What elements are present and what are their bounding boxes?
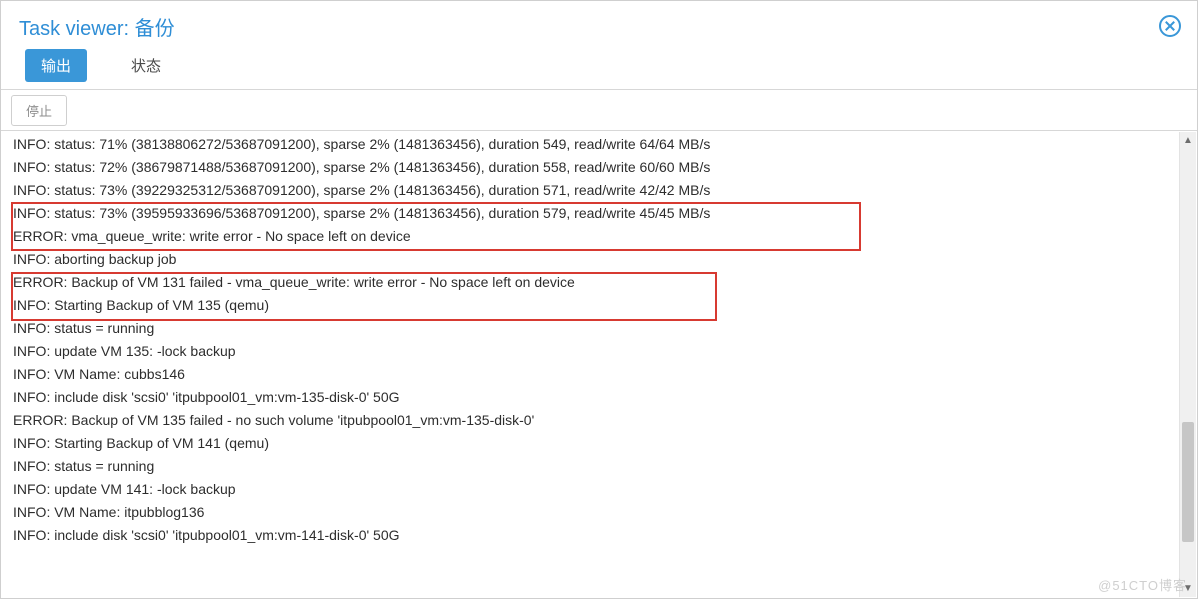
window-title: Task viewer: 备份 (19, 12, 175, 41)
log-line: INFO: VM Name: itpubblog136 (13, 501, 1197, 524)
log-line: ERROR: vma_queue_write: write error - No… (13, 225, 1197, 248)
scroll-thumb[interactable] (1182, 422, 1194, 542)
log-line: INFO: status: 73% (39229325312/536870912… (13, 179, 1197, 202)
stop-button[interactable]: 停止 (11, 95, 67, 126)
log-line: INFO: status: 71% (38138806272/536870912… (13, 133, 1197, 156)
title-bar: Task viewer: 备份 (1, 1, 1197, 45)
log-line: ERROR: Backup of VM 131 failed - vma_que… (13, 271, 1197, 294)
log-lines: INFO: status: 71% (38138806272/536870912… (1, 131, 1197, 549)
log-line: INFO: Starting Backup of VM 135 (qemu) (13, 294, 1197, 317)
log-line: INFO: Starting Backup of VM 141 (qemu) (13, 432, 1197, 455)
log-line: INFO: include disk 'scsi0' 'itpubpool01_… (13, 524, 1197, 547)
log-line: INFO: update VM 135: -lock backup (13, 340, 1197, 363)
task-viewer-window: Task viewer: 备份 输出 状态 停止 INFO: status: 7… (0, 0, 1198, 599)
log-line: INFO: include disk 'scsi0' 'itpubpool01_… (13, 386, 1197, 409)
log-line: INFO: status = running (13, 317, 1197, 340)
log-line: INFO: status = running (13, 455, 1197, 478)
log-line: INFO: aborting backup job (13, 248, 1197, 271)
scroll-down-icon[interactable]: ▼ (1180, 580, 1196, 597)
tab-status[interactable]: 状态 (115, 49, 177, 82)
close-icon[interactable] (1159, 15, 1181, 37)
toolbar: 停止 (1, 89, 1197, 131)
log-line: INFO: update VM 141: -lock backup (13, 478, 1197, 501)
log-output: INFO: status: 71% (38138806272/536870912… (1, 131, 1197, 598)
tab-output[interactable]: 输出 (25, 49, 87, 82)
log-line: ERROR: Backup of VM 135 failed - no such… (13, 409, 1197, 432)
vertical-scrollbar[interactable]: ▲ ▼ (1179, 132, 1196, 597)
log-line: INFO: VM Name: cubbs146 (13, 363, 1197, 386)
scroll-up-icon[interactable]: ▲ (1180, 132, 1196, 149)
log-line: INFO: status: 72% (38679871488/536870912… (13, 156, 1197, 179)
tab-bar: 输出 状态 (1, 45, 1197, 89)
log-line: INFO: status: 73% (39595933696/536870912… (13, 202, 1197, 225)
